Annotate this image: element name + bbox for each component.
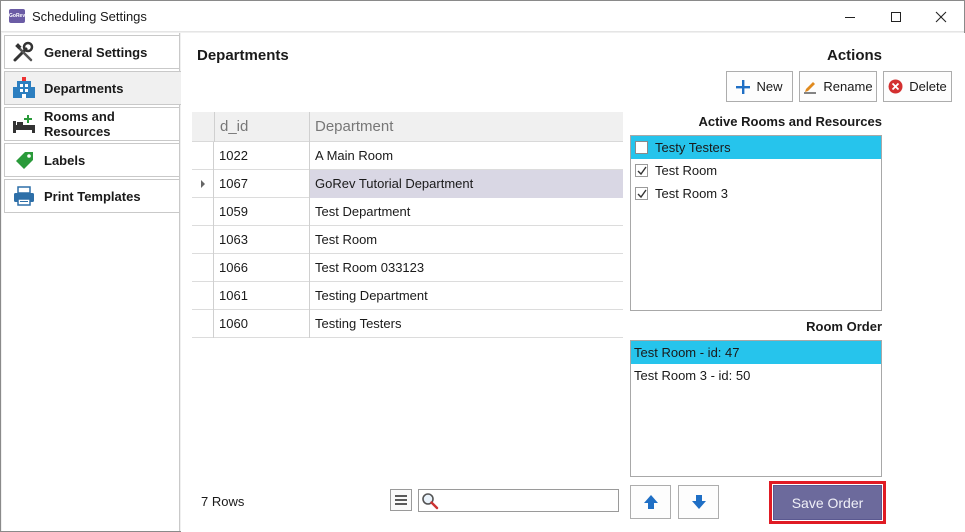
column-header-id[interactable]: d_id <box>214 112 310 142</box>
column-header-department[interactable]: Department <box>310 112 623 142</box>
table-row-selected[interactable]: 1067 GoRev Tutorial Department <box>192 170 623 198</box>
sidebar-item-general-settings[interactable]: General Settings <box>4 35 180 69</box>
cell-department: Testing Department <box>315 288 428 303</box>
checkbox-unchecked[interactable] <box>635 141 648 154</box>
scheduling-settings-window: GoRev Scheduling Settings General Settin… <box>0 0 965 532</box>
table-row[interactable]: 1022 A Main Room <box>192 142 623 170</box>
row-indicator <box>192 198 214 226</box>
checkmark-icon <box>637 166 647 175</box>
window-title: Scheduling Settings <box>32 9 147 24</box>
cell-id: 1061 <box>214 282 310 310</box>
row-indicator <box>192 282 214 310</box>
checkbox-checked[interactable] <box>635 187 648 200</box>
move-down-button[interactable] <box>678 485 719 519</box>
settings-sidebar: General Settings Departments Rooms and R… <box>2 33 181 531</box>
room-order-label: Room Order <box>806 319 882 334</box>
check-item-label: Test Room <box>655 163 718 178</box>
row-indicator <box>192 310 214 338</box>
cell-department: GoRev Tutorial Department <box>310 170 623 198</box>
list-item[interactable]: Test Room 3 - id: 50 <box>631 364 881 387</box>
tag-icon <box>12 149 36 171</box>
sidebar-item-rooms-resources[interactable]: Rooms and Resources <box>4 107 180 141</box>
row-pointer-icon <box>192 170 214 198</box>
maximize-icon <box>891 11 901 22</box>
check-item-testy-testers[interactable]: Testy Testers <box>631 136 881 159</box>
check-item-test-room[interactable]: Test Room <box>631 159 881 182</box>
app-icon-text: GoRev <box>9 13 26 19</box>
cell-id: 1022 <box>214 142 310 170</box>
cell-department: Test Department <box>315 204 411 219</box>
cell-department: Testing Testers <box>315 316 402 331</box>
maximize-button[interactable] <box>873 1 919 32</box>
rename-button[interactable]: Rename <box>799 71 877 102</box>
cell-id: 1067 <box>214 170 310 198</box>
sidebar-item-print-templates[interactable]: Print Templates <box>4 179 180 213</box>
delete-icon <box>888 79 903 94</box>
active-rooms-label: Active Rooms and Resources <box>698 114 882 129</box>
table-row[interactable]: 1066 Test Room 033123 <box>192 254 623 282</box>
arrow-down-icon <box>691 495 706 509</box>
plus-icon <box>736 79 751 94</box>
list-item[interactable]: Test Room - id: 47 <box>631 341 881 364</box>
building-icon <box>12 77 36 99</box>
check-item-label: Test Room 3 <box>655 186 728 201</box>
close-icon <box>935 11 947 22</box>
new-button-label: New <box>756 79 783 94</box>
wrench-screwdriver-icon <box>12 41 36 63</box>
active-rooms-list[interactable]: Testy Testers Test Room Test Room 3 <box>630 135 882 311</box>
sidebar-item-departments[interactable]: Departments <box>4 71 181 105</box>
departments-panel: Departments Actions d_id Department 1022… <box>181 33 965 532</box>
search-icon <box>422 493 439 510</box>
check-item-test-room-3[interactable]: Test Room 3 <box>631 182 881 205</box>
save-order-button[interactable]: Save Order <box>773 485 882 520</box>
row-indicator <box>192 254 214 282</box>
search-input[interactable] <box>441 492 616 509</box>
close-button[interactable] <box>918 1 964 32</box>
departments-title: Departments <box>197 47 289 64</box>
row-count-label: 7 Rows <box>201 494 245 509</box>
new-button[interactable]: New <box>726 71 793 102</box>
table-row[interactable]: 1063 Test Room <box>192 226 623 254</box>
cell-id: 1060 <box>214 310 310 338</box>
arrow-up-icon <box>643 495 658 509</box>
sidebar-item-label: General Settings <box>44 44 148 60</box>
cell-department: A Main Room <box>315 148 394 163</box>
table-row[interactable]: 1061 Testing Department <box>192 282 623 310</box>
cell-id: 1059 <box>214 198 310 226</box>
checkbox-checked[interactable] <box>635 164 648 177</box>
rename-button-label: Rename <box>823 79 873 94</box>
hamburger-menu-icon <box>395 495 407 505</box>
room-order-list[interactable]: Test Room - id: 47 Test Room 3 - id: 50 <box>630 340 882 477</box>
cell-department: Test Room <box>315 232 378 247</box>
departments-grid: d_id Department 1022 A Main Room 1067 Go… <box>192 112 623 372</box>
cell-id: 1063 <box>214 226 310 254</box>
sidebar-item-label: Labels <box>44 152 86 168</box>
minimize-button[interactable] <box>827 1 873 32</box>
cell-id: 1066 <box>214 254 310 282</box>
check-item-label: Testy Testers <box>655 140 731 155</box>
sidebar-item-labels[interactable]: Labels <box>4 143 180 177</box>
table-row[interactable]: 1059 Test Department <box>192 198 623 226</box>
table-row[interactable]: 1060 Testing Testers <box>192 310 623 338</box>
checkmark-icon <box>637 189 647 198</box>
cell-department: Test Room 033123 <box>315 260 425 275</box>
app-icon: GoRev <box>9 9 25 23</box>
row-indicator <box>192 142 214 170</box>
grid-header: d_id Department <box>192 112 623 142</box>
grid-search-box[interactable] <box>418 489 619 512</box>
sidebar-item-label: Departments <box>44 80 124 96</box>
delete-button-label: Delete <box>909 79 947 94</box>
title-bar: GoRev Scheduling Settings <box>1 1 964 32</box>
grid-menu-button[interactable] <box>390 489 412 511</box>
delete-button[interactable]: Delete <box>883 71 952 102</box>
pencil-icon <box>803 80 817 94</box>
printer-icon <box>12 185 36 207</box>
move-up-button[interactable] <box>630 485 671 519</box>
minimize-icon <box>845 16 855 18</box>
actions-title: Actions <box>827 47 883 64</box>
sidebar-item-label: Rooms and Resources <box>44 109 115 139</box>
row-indicator <box>192 226 214 254</box>
sidebar-item-label: Print Templates <box>44 188 141 204</box>
bed-plus-icon <box>12 113 36 135</box>
